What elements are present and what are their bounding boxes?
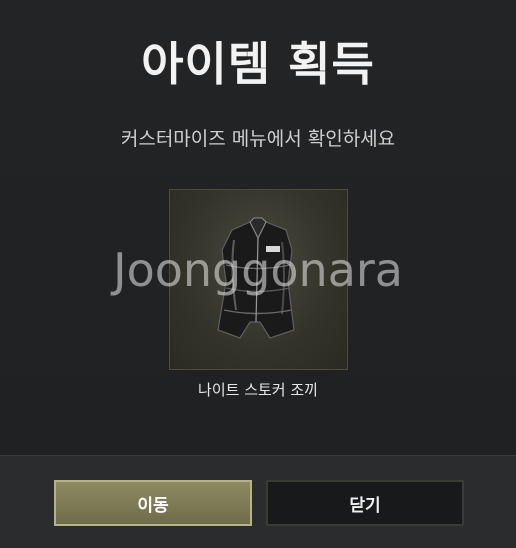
dialog-title: 아이템 획득 [141, 37, 375, 91]
vest-icon [217, 217, 295, 339]
close-button[interactable]: 닫기 [266, 480, 464, 526]
dialog-subtitle: 커스터마이즈 메뉴에서 확인하세요 [120, 128, 396, 150]
item-acquired-dialog: 아이템 획득 커스터마이즈 메뉴에서 확인하세요 나이트 스토커 조끼 Joon… [0, 0, 516, 548]
item-name-label: 나이트 스토커 조끼 [198, 381, 318, 399]
item-image-frame [169, 189, 348, 370]
move-button[interactable]: 이동 [54, 480, 252, 526]
